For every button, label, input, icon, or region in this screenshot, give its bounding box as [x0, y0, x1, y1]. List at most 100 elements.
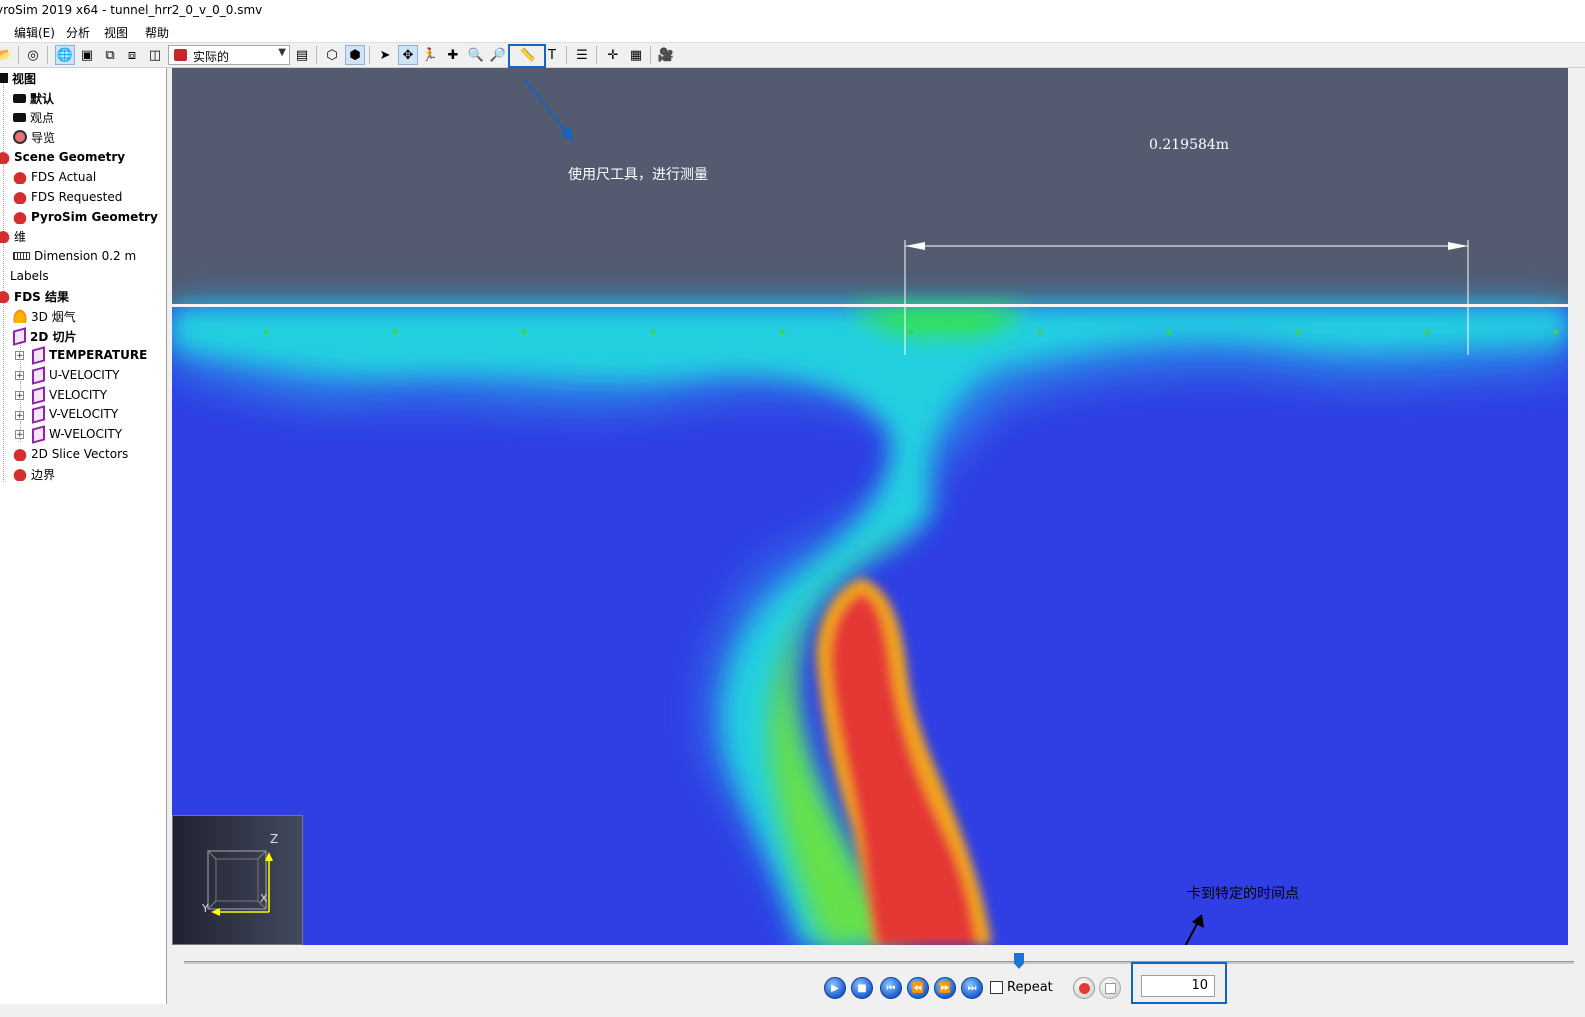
tree-item-labels[interactable]: Labels: [10, 266, 49, 286]
tree-item-u-velocity[interactable]: U-VELOCITY: [32, 365, 119, 385]
time-slider-track[interactable]: [184, 961, 1574, 964]
tree-item-pyrosim-geometry[interactable]: PyroSim Geometry: [13, 207, 158, 227]
repeat-checkbox[interactable]: Repeat: [990, 980, 1053, 995]
playback-bar: ▶ ■ ⏮ ⏪ ⏩ ⏭ Repeat 10: [172, 945, 1585, 1005]
time-input[interactable]: 10: [1141, 975, 1215, 997]
view-top-icon[interactable]: ⧈: [122, 45, 142, 65]
expand-toggle[interactable]: +: [15, 430, 24, 440]
view-front-icon[interactable]: ▣: [77, 45, 97, 65]
record-stop-button[interactable]: [1099, 977, 1121, 999]
slice-icon: [32, 424, 45, 444]
tree-icon[interactable]: ☰: [572, 45, 592, 65]
geometry-icon: [0, 229, 10, 243]
checkbox-box[interactable]: [990, 981, 1003, 994]
tree-item-fds-actual[interactable]: FDS Actual: [13, 167, 96, 187]
tree-item-velocity[interactable]: VELOCITY: [32, 385, 107, 405]
pan-icon[interactable]: ✥: [398, 45, 418, 65]
camera-icon: [13, 93, 26, 103]
tree-item-scene-geometry[interactable]: Scene Geometry: [0, 147, 125, 167]
skip-start-button[interactable]: ⏮: [880, 977, 902, 999]
title-bar: yroSim 2019 x64 - tunnel_hrr2_0_v_0_0.sm…: [0, 0, 1585, 22]
camera-icon: [13, 112, 26, 122]
tree-item-2d-slice[interactable]: 2D 切片: [13, 326, 77, 346]
time-slider-thumb[interactable]: [1014, 953, 1024, 969]
axis-x-label: X: [260, 892, 268, 905]
step-back-button[interactable]: ⏪: [907, 977, 929, 999]
tree-item-2d-slice-vectors[interactable]: 2D Slice Vectors: [13, 444, 128, 464]
menu-view[interactable]: 视图: [104, 24, 128, 41]
geometry-icon: [13, 190, 27, 204]
tree-item-dimension-measure[interactable]: Dimension 0.2 m: [13, 246, 136, 266]
grid-icon[interactable]: ▦: [626, 45, 646, 65]
time-annotation: 卡到特定的时间点: [1187, 886, 1299, 902]
slice-icon: [32, 345, 45, 365]
3d-viewport[interactable]: 0.219584m Z X Y: [172, 68, 1568, 945]
geometry-icon: [13, 210, 27, 224]
render-mode-value: 实际的: [193, 50, 230, 64]
menu-edit[interactable]: 编辑(E): [14, 24, 55, 41]
repeat-label: Repeat: [1007, 980, 1053, 995]
expand-toggle[interactable]: +: [15, 371, 24, 381]
record-button[interactable]: [1073, 977, 1095, 999]
solid-view-icon[interactable]: ⬡: [322, 45, 342, 65]
chevron-down-icon: ▼: [278, 47, 286, 58]
tree-item-boundary[interactable]: 边界: [13, 464, 55, 484]
tree-item-dimensions[interactable]: 维: [0, 226, 26, 246]
texture-icon[interactable]: ▤: [292, 45, 312, 65]
dimension-measure[interactable]: [172, 68, 1568, 945]
skip-end-button[interactable]: ⏭: [961, 977, 983, 999]
wireframe-view-icon[interactable]: ⬢: [345, 45, 365, 65]
render-mode-select[interactable]: 实际的 ▼: [168, 45, 290, 65]
tree-item-default[interactable]: 默认: [13, 88, 54, 108]
expand-toggle[interactable]: +: [15, 411, 24, 421]
tree-item-temperature[interactable]: TEMPERATURE: [32, 345, 147, 365]
menu-bar: 编辑(E) 分析 视图 帮助: [0, 22, 1585, 43]
move-icon[interactable]: ✚: [443, 45, 463, 65]
axis-z-label: Z: [270, 832, 279, 846]
tree-item-w-velocity[interactable]: W-VELOCITY: [32, 424, 122, 444]
render-mode-icon: [174, 49, 187, 61]
expand-toggle[interactable]: +: [15, 391, 24, 401]
step-forward-button[interactable]: ⏩: [934, 977, 956, 999]
tree-item-views[interactable]: 视图: [0, 68, 36, 88]
geometry-icon: [13, 447, 27, 461]
zoom-region-icon[interactable]: 🔎: [488, 45, 508, 65]
ruler-annotation: 使用尺工具，进行测量: [568, 167, 708, 183]
smoke-icon: [13, 309, 27, 323]
play-button[interactable]: ▶: [824, 977, 846, 999]
zoom-icon[interactable]: 🔍: [466, 45, 486, 65]
tree-item-3d-smoke[interactable]: 3D 烟气: [13, 306, 76, 326]
view-iso-icon[interactable]: ◫: [145, 45, 165, 65]
orbit-icon[interactable]: 🌐: [55, 45, 75, 65]
expand-toggle[interactable]: +: [15, 351, 24, 361]
nav-icon: [13, 130, 27, 144]
axis-y-label: Y: [202, 902, 209, 915]
view-icon: [0, 73, 8, 83]
time-highlight: 10: [1131, 962, 1227, 1004]
geometry-icon: [13, 170, 27, 184]
tree-item-viewpoints[interactable]: 观点: [13, 107, 54, 127]
geometry-icon: [13, 467, 27, 481]
axis-gizmo: [207, 850, 273, 916]
slice-icon: [32, 365, 45, 385]
tree-item-v-velocity[interactable]: V-VELOCITY: [32, 404, 118, 424]
tree-item-tour[interactable]: 导览: [13, 127, 55, 147]
walk-icon[interactable]: 🏃: [420, 45, 440, 65]
tree-item-fds-results[interactable]: FDS 结果: [0, 286, 69, 306]
select-icon[interactable]: ➤: [375, 45, 395, 65]
open-folder-icon[interactable]: 📂: [0, 45, 14, 65]
axis-icon[interactable]: ✛: [603, 45, 623, 65]
view-side-icon[interactable]: ⧉: [100, 45, 120, 65]
menu-help[interactable]: 帮助: [145, 24, 169, 41]
tree-item-fds-requested[interactable]: FDS Requested: [13, 187, 122, 207]
viewport-right-border: [1568, 68, 1585, 945]
orientation-cube[interactable]: Z X Y: [172, 815, 303, 945]
camera-flag-icon[interactable]: 🎥: [656, 45, 676, 65]
geometry-icon: [0, 289, 10, 303]
toolbar: 📂 ◎ 🌐 ▣ ⧉ ⧈ ◫ 实际的 ▼ ▤ ⬡ ⬢ ➤ ✥ 🏃 ✚ 🔍 🔎 📏 …: [0, 43, 1585, 68]
geometry-icon: [0, 150, 10, 164]
reset-view-icon[interactable]: ◎: [23, 45, 43, 65]
menu-analysis[interactable]: 分析: [66, 24, 90, 41]
ruler-icon: [13, 252, 30, 260]
stop-button[interactable]: ■: [851, 977, 873, 999]
